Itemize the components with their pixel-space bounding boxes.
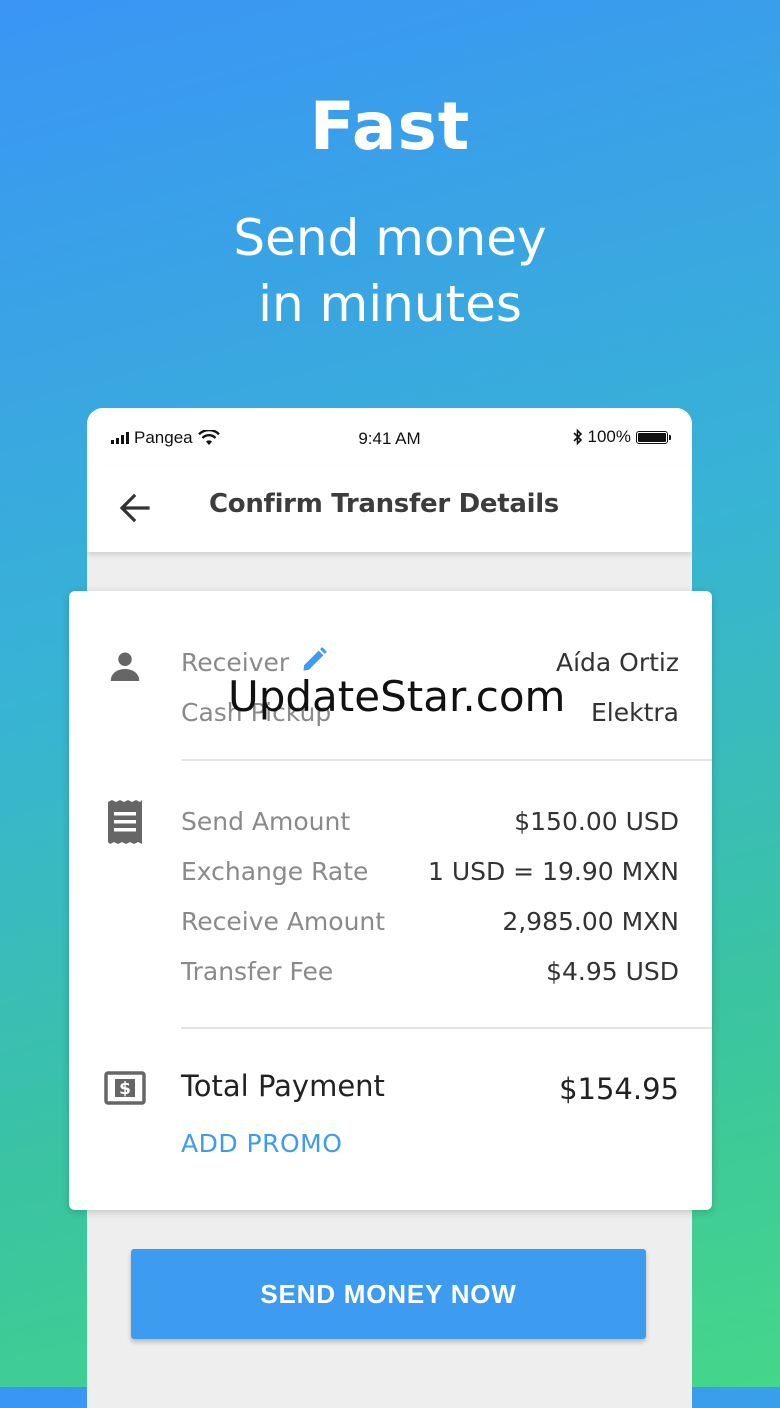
- send-amount-value: $150.00 USD: [514, 807, 679, 836]
- exchange-rate-value: 1 USD = 19.90 MXN: [427, 857, 679, 886]
- app-bar: Confirm Transfer Details: [87, 466, 692, 552]
- bluetooth-icon: [572, 428, 582, 446]
- hero-subtitle: Send money in minutes: [0, 205, 780, 337]
- total-payment-value: $154.95: [559, 1072, 679, 1106]
- total-payment-label: Total Payment: [181, 1069, 385, 1103]
- arrow-left-icon[interactable]: [115, 488, 155, 528]
- hero-subtitle-line1: Send money: [233, 209, 547, 267]
- receive-amount-value: 2,985.00 MXN: [502, 907, 679, 936]
- transfer-fee-value: $4.95 USD: [546, 957, 679, 986]
- receipt-icon: [108, 800, 142, 844]
- send-amount-label: Send Amount: [181, 807, 351, 836]
- battery-icon: [636, 430, 671, 444]
- send-money-button[interactable]: SEND MONEY NOW: [131, 1249, 646, 1339]
- hero-subtitle-line2: in minutes: [258, 275, 522, 333]
- add-promo-link[interactable]: ADD PROMO: [181, 1129, 342, 1158]
- person-icon: [110, 652, 140, 681]
- watermark: UpdateStar.com: [228, 672, 566, 721]
- status-right: 100%: [572, 427, 671, 447]
- dollar-bill-icon: $: [104, 1071, 146, 1105]
- pickup-location: Elektra: [590, 698, 679, 727]
- status-bar: Pangea 9:41 AM 100%: [87, 408, 692, 466]
- receive-amount-label: Receive Amount: [181, 907, 386, 936]
- hero-title: Fast: [309, 88, 471, 165]
- svg-text:$: $: [119, 1079, 131, 1099]
- exchange-rate-label: Exchange Rate: [181, 857, 369, 886]
- divider: [181, 1027, 712, 1029]
- battery-percent: 100%: [587, 427, 631, 446]
- pencil-icon[interactable]: [300, 646, 328, 674]
- transfer-fee-label: Transfer Fee: [181, 957, 334, 986]
- receiver-name: Aída Ortiz: [555, 648, 679, 677]
- divider: [181, 759, 712, 761]
- page-title: Confirm Transfer Details: [209, 489, 559, 519]
